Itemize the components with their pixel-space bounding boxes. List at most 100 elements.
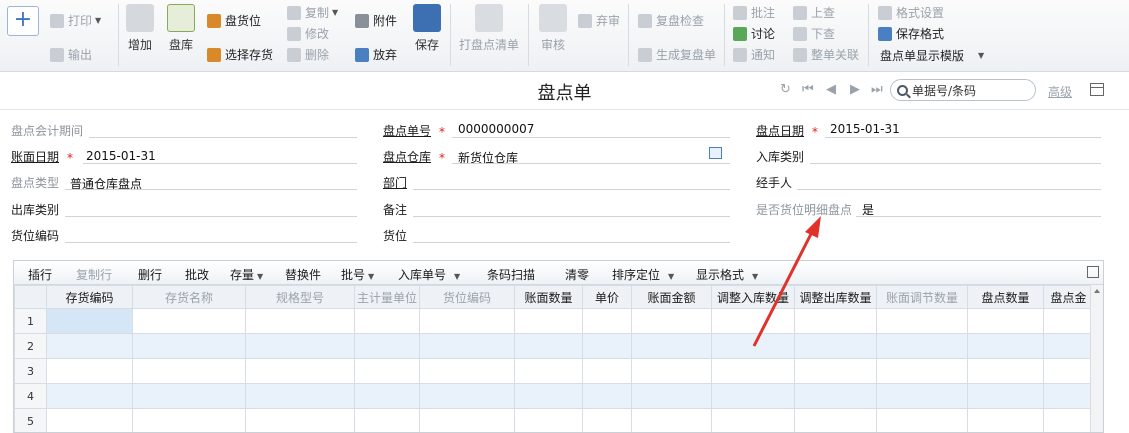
export-button[interactable]: 输出 xyxy=(50,46,92,63)
table-cell[interactable] xyxy=(46,408,133,432)
notify-button[interactable]: 通知 xyxy=(733,46,775,63)
book-date-value[interactable]: 2015-01-31 xyxy=(86,149,156,163)
lookup-icon[interactable] xyxy=(709,147,722,159)
table-cell[interactable] xyxy=(794,333,877,359)
advanced-search-link[interactable]: 高级 xyxy=(1048,83,1072,100)
table-cell[interactable] xyxy=(1043,358,1094,384)
table-cell[interactable] xyxy=(354,308,420,334)
table-cell[interactable] xyxy=(876,408,968,432)
annotate-button[interactable]: 批注 xyxy=(733,4,775,21)
generate-recheck-button[interactable]: 生成复盘单 xyxy=(638,46,716,63)
maximize-icon[interactable] xyxy=(1087,266,1099,278)
table-cell[interactable] xyxy=(514,408,583,432)
table-cell[interactable] xyxy=(419,333,515,359)
table-cell[interactable] xyxy=(582,358,632,384)
table-cell[interactable] xyxy=(711,308,795,334)
select-inventory-button[interactable]: 选择存货 xyxy=(207,46,273,63)
new-tab-button[interactable]: + xyxy=(7,6,39,36)
table-cell[interactable] xyxy=(46,358,133,384)
table-cell[interactable] xyxy=(514,308,583,334)
table-cell[interactable] xyxy=(46,333,133,359)
col-header-loc-code[interactable]: 货位编码 xyxy=(419,285,515,309)
discard-audit-button[interactable]: 弃审 xyxy=(578,12,620,29)
refresh-icon[interactable]: ↻ xyxy=(780,82,791,97)
stocktake-button[interactable]: 盘库 xyxy=(167,4,195,53)
col-header-unit[interactable]: 主计量单位 xyxy=(354,285,420,309)
table-cell[interactable] xyxy=(354,333,420,359)
table-cell[interactable] xyxy=(46,308,133,334)
sort-locate-menu[interactable]: 排序定位 ▼ xyxy=(612,266,674,283)
out-type-input[interactable] xyxy=(65,216,357,217)
doc-no-value[interactable]: 0000000007 xyxy=(458,122,534,136)
abandon-button[interactable]: 放弃 xyxy=(355,46,397,63)
table-cell[interactable] xyxy=(711,383,795,409)
table-cell[interactable] xyxy=(582,408,632,432)
table-cell[interactable] xyxy=(876,383,968,409)
batch-no-menu[interactable]: 批号 ▼ xyxy=(341,266,374,283)
col-header-count-qty[interactable]: 盘点数量 xyxy=(967,285,1044,309)
remark-input[interactable] xyxy=(413,216,730,217)
table-cell[interactable] xyxy=(354,358,420,384)
table-cell[interactable] xyxy=(711,408,795,432)
table-cell[interactable] xyxy=(514,333,583,359)
table-cell[interactable] xyxy=(46,383,133,409)
handler-input[interactable] xyxy=(797,189,1101,190)
barcode-scan-button[interactable]: 条码扫描 xyxy=(487,266,535,283)
table-cell[interactable] xyxy=(582,308,632,334)
table-cell[interactable] xyxy=(514,358,583,384)
prev-query-button[interactable]: 上查 xyxy=(793,4,835,21)
table-cell[interactable] xyxy=(631,408,712,432)
delete-row-button[interactable]: 删行 xyxy=(138,266,162,283)
table-cell[interactable] xyxy=(967,308,1044,334)
table-cell[interactable] xyxy=(876,358,968,384)
table-cell[interactable] xyxy=(419,358,515,384)
col-header-book-adj-qty[interactable]: 账面调节数量 xyxy=(876,285,968,309)
print-button[interactable]: 打印 ▼ xyxy=(50,12,101,29)
col-header-inv-code[interactable]: 存货编码 xyxy=(46,285,133,309)
col-header-unit-price[interactable]: 单价 xyxy=(582,285,632,309)
modify-button[interactable]: 修改 xyxy=(287,25,329,42)
table-cell[interactable] xyxy=(794,408,877,432)
next-query-button[interactable]: 下查 xyxy=(793,25,835,42)
location-input[interactable] xyxy=(413,242,730,243)
recheck-button[interactable]: 复盘检查 xyxy=(638,12,704,29)
in-type-input[interactable] xyxy=(810,163,1101,164)
display-format-menu[interactable]: 显示格式 ▼ xyxy=(696,266,758,283)
table-cell[interactable] xyxy=(631,333,712,359)
table-cell[interactable] xyxy=(794,383,877,409)
table-cell[interactable] xyxy=(631,383,712,409)
whole-link-button[interactable]: 整单关联 xyxy=(793,46,859,63)
table-cell[interactable] xyxy=(1043,308,1094,334)
search-input[interactable]: 单据号/条码 xyxy=(890,79,1036,101)
period-input[interactable] xyxy=(89,137,357,138)
col-header-inv-name[interactable]: 存货名称 xyxy=(132,285,246,309)
first-record-icon[interactable]: ⏮ xyxy=(802,82,814,97)
table-cell[interactable] xyxy=(967,358,1044,384)
table-cell[interactable] xyxy=(354,383,420,409)
table-cell[interactable] xyxy=(419,308,515,334)
table-cell[interactable] xyxy=(876,308,968,334)
discuss-button[interactable]: 讨论 xyxy=(733,25,775,42)
table-cell[interactable] xyxy=(1043,408,1094,432)
in-doc-menu[interactable]: 入库单号 ▼ xyxy=(398,266,460,283)
table-cell[interactable] xyxy=(794,308,877,334)
table-cell[interactable] xyxy=(245,333,355,359)
table-cell[interactable] xyxy=(967,333,1044,359)
dept-input[interactable] xyxy=(413,189,730,190)
vertical-scrollbar[interactable] xyxy=(1090,285,1103,432)
copy-button[interactable]: 复制 ▼ xyxy=(287,4,338,21)
table-cell[interactable] xyxy=(245,408,355,432)
table-cell[interactable] xyxy=(245,358,355,384)
table-cell[interactable] xyxy=(794,358,877,384)
table-cell[interactable] xyxy=(132,308,246,334)
format-settings-button[interactable]: 格式设置 xyxy=(878,4,944,21)
table-cell[interactable] xyxy=(631,308,712,334)
table-cell[interactable] xyxy=(967,408,1044,432)
table-cell[interactable] xyxy=(419,383,515,409)
date-value[interactable]: 2015-01-31 xyxy=(830,122,900,136)
table-cell[interactable] xyxy=(132,408,246,432)
col-header-count-amount[interactable]: 盘点金 xyxy=(1043,285,1094,309)
print-checklist-button[interactable]: 打盘点清单 xyxy=(459,4,519,53)
save-button[interactable]: 保存 xyxy=(413,4,441,53)
delete-button[interactable]: 删除 xyxy=(287,46,329,63)
